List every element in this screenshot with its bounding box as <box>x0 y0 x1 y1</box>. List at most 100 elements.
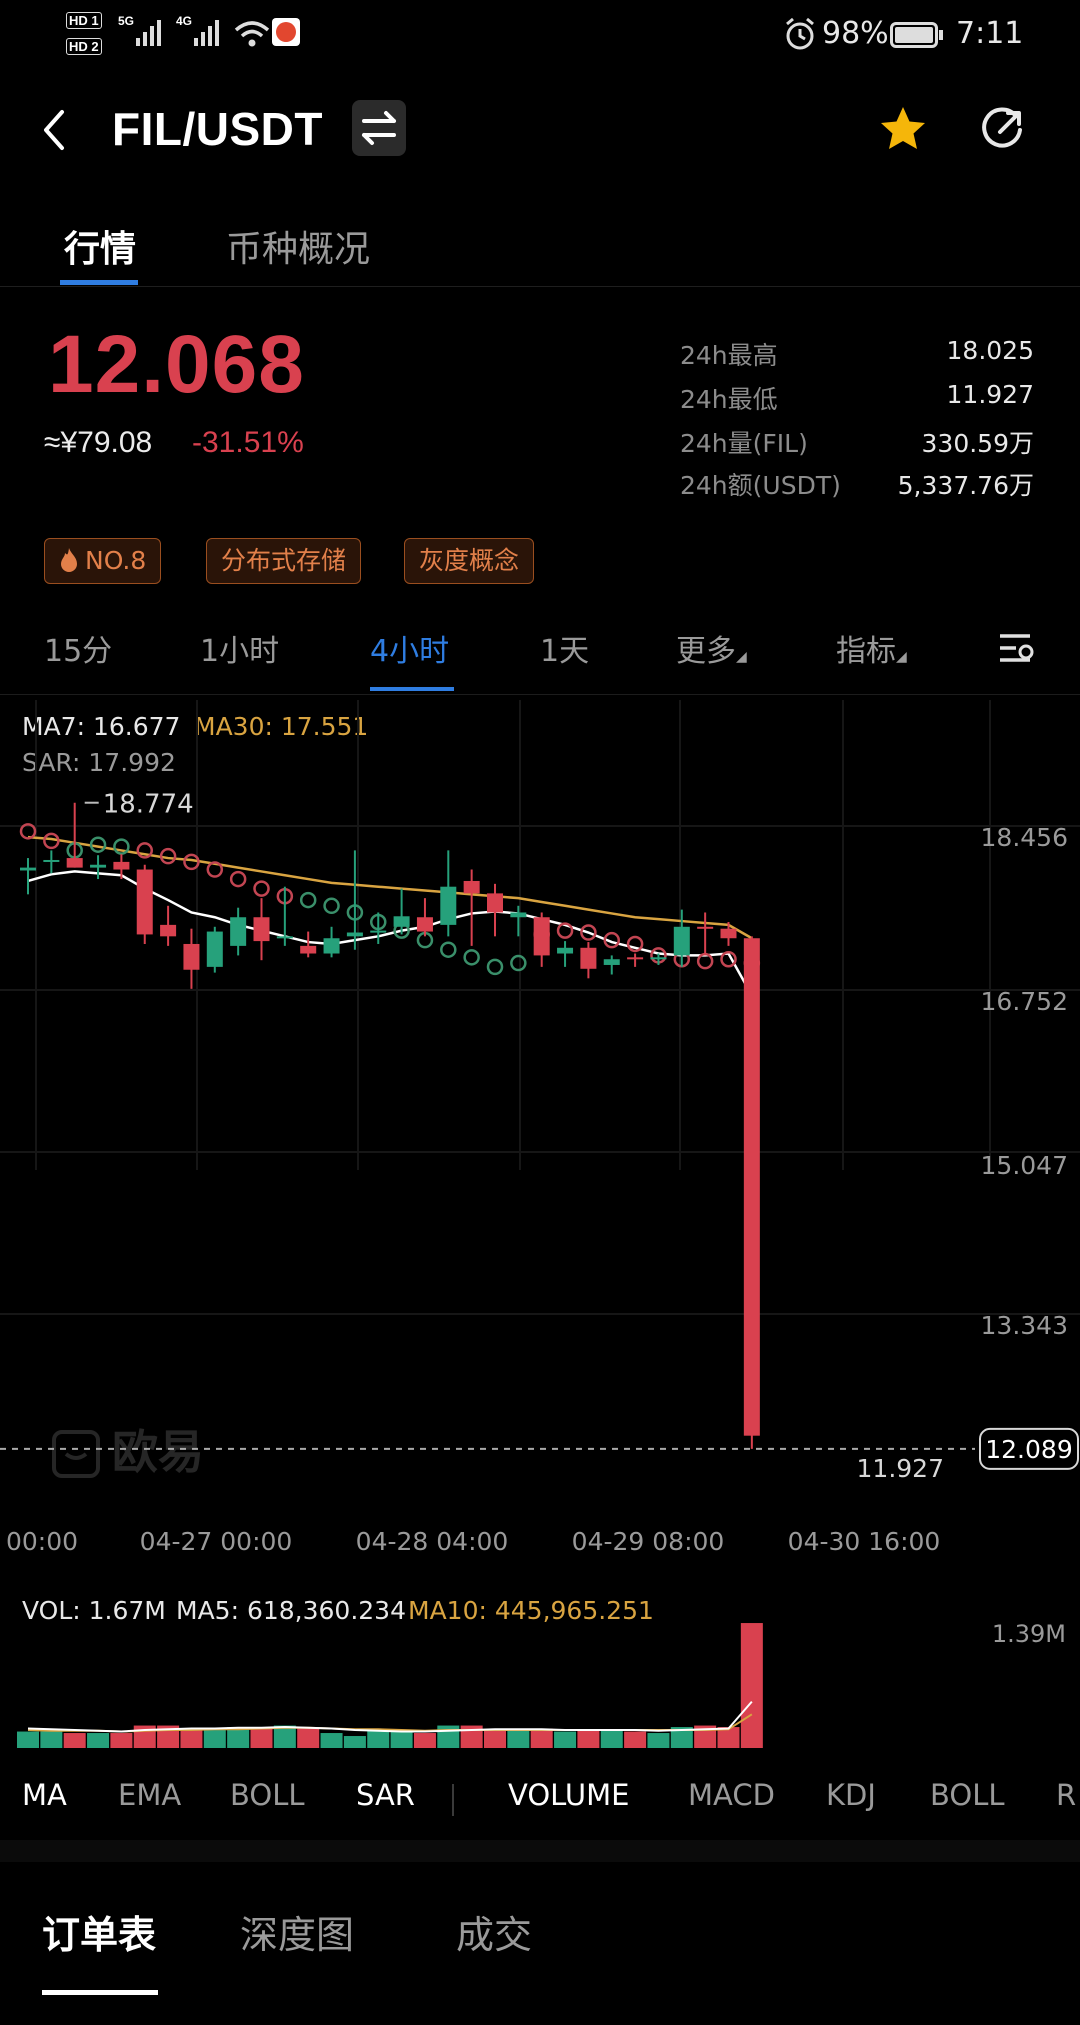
chart-settings-icon[interactable] <box>996 628 1036 668</box>
candle-up <box>440 886 457 925</box>
vol-ma5-legend: MA5: 618,360.234 <box>176 1596 406 1625</box>
rank-tag-label: NO.8 <box>85 546 147 575</box>
price-change: -31.51% <box>192 426 304 459</box>
ma7-line <box>27 870 753 997</box>
tag-distributed-storage[interactable]: 分布式存储 <box>206 538 362 584</box>
fire-icon <box>61 548 77 572</box>
volume-bar <box>203 1730 226 1748</box>
indicator-menu[interactable]: 指标◢ <box>836 626 907 670</box>
volume-bar <box>554 1731 577 1748</box>
tab-active-indicator <box>60 280 138 285</box>
timeframe-1d[interactable]: 1天 <box>540 626 589 670</box>
caret-icon: ◢ <box>736 649 747 665</box>
candle-up <box>43 859 60 862</box>
volume-bars <box>17 1623 763 1748</box>
indicator-kdj[interactable]: KDJ <box>826 1778 876 1812</box>
candle-down <box>533 917 550 956</box>
sar-dot <box>323 897 340 915</box>
candle-down <box>253 917 270 942</box>
candle-up <box>603 959 620 965</box>
signal-icon <box>194 20 219 46</box>
stat-label-high: 24h最高 <box>680 341 778 370</box>
x-axis-labels: 00:00 04-27 00:00 04-28 04:00 04-29 08:00 04… <box>6 1527 940 1556</box>
volume-bar <box>17 1731 39 1748</box>
volume-bar <box>600 1730 623 1748</box>
candle-down <box>720 928 737 939</box>
pair-title[interactable]: FIL/USDT <box>112 102 323 156</box>
candle-down <box>743 938 760 1436</box>
sar-dot <box>440 941 457 958</box>
wifi-icon <box>234 21 270 47</box>
candle-down <box>160 924 177 937</box>
stat-label-volume: 24h量(FIL) <box>680 429 808 458</box>
last-price-tag: 12.089 <box>985 1435 1072 1464</box>
share-icon[interactable] <box>976 104 1028 156</box>
sar-dot <box>510 954 527 972</box>
volume-bar <box>740 1623 763 1748</box>
candle-down <box>136 869 153 935</box>
timeframe-4h[interactable]: 4小时 <box>370 626 449 670</box>
indicator-more[interactable]: R <box>1056 1778 1076 1812</box>
volume-bar <box>484 1730 506 1748</box>
tag-grayscale[interactable]: 灰度概念 <box>404 538 535 584</box>
timeframe-active-indicator <box>370 687 454 691</box>
y-axis-labels: 18.456 16.752 15.047 13.343 <box>981 823 1068 1340</box>
sim2-badge: HD 2 <box>66 38 102 55</box>
volume-bar <box>624 1731 647 1748</box>
sar-dot <box>229 870 247 888</box>
volume-bar <box>413 1733 436 1748</box>
sim1-badge: HD 1 <box>66 12 102 29</box>
ma30-polyline <box>27 835 753 940</box>
stat-value-volume: 330.59万 <box>921 429 1034 458</box>
sar-dot <box>253 880 270 897</box>
indicator-volume[interactable]: VOLUME <box>508 1778 629 1812</box>
tab-trades[interactable]: 成交 <box>456 1904 532 1959</box>
tab-orderbook[interactable]: 订单表 <box>42 1904 156 1959</box>
watermark-text: 欧易 <box>112 1425 204 1479</box>
stat-value-high: 18.025 <box>946 336 1034 365</box>
tab-depth[interactable]: 深度图 <box>240 1904 354 1959</box>
signal-icon <box>136 20 161 46</box>
volume-bar <box>507 1730 530 1748</box>
rank-tag[interactable]: NO.8 <box>44 538 162 584</box>
candle-up <box>323 938 340 954</box>
volume-bar <box>530 1728 553 1748</box>
indicator-macd[interactable]: MACD <box>688 1778 775 1812</box>
back-icon[interactable] <box>36 106 72 154</box>
indicator-ma[interactable]: MA <box>22 1778 67 1812</box>
star-icon[interactable] <box>878 104 928 154</box>
timeframe-1h[interactable]: 1小时 <box>200 626 279 670</box>
bottom-tab-indicator <box>42 1990 158 1995</box>
bottom-panel <box>0 1838 1080 2025</box>
indicator-sar[interactable]: SAR <box>356 1778 415 1812</box>
candle-down <box>463 880 480 894</box>
max-price-label: 18.774 <box>103 790 194 820</box>
candle-up <box>557 947 574 954</box>
stat-value-turnover: 5,337.76万 <box>897 471 1034 500</box>
x-tick-label: 00:00 <box>6 1527 78 1556</box>
indicator-boll-2[interactable]: BOLL <box>930 1778 1005 1812</box>
x-tick-label: 04-30 16:00 <box>788 1527 941 1556</box>
candle-up <box>206 931 223 967</box>
app-notification-icon <box>272 18 300 46</box>
candle-down <box>66 858 83 868</box>
timeframe-15m[interactable]: 15分 <box>44 626 112 670</box>
sar-dot <box>463 949 480 966</box>
indicator-boll[interactable]: BOLL <box>230 1778 305 1812</box>
volume-bar <box>343 1736 366 1748</box>
tab-market[interactable]: 行情 <box>64 220 136 272</box>
indicator-ema[interactable]: EMA <box>118 1778 181 1812</box>
annotations: 18.774 11.927 12.089 <box>0 790 1079 1483</box>
timeframe-more[interactable]: 更多◢ <box>676 626 747 670</box>
tab-coin-overview[interactable]: 币种概况 <box>226 220 370 272</box>
nav-bar: FIL/USDT <box>0 70 1080 185</box>
volume-bar <box>647 1733 670 1748</box>
swap-icon[interactable] <box>352 100 406 156</box>
volume-bar <box>40 1731 63 1748</box>
candle-up <box>673 926 690 956</box>
volume-bar <box>320 1733 343 1748</box>
candle-up <box>276 936 293 939</box>
divider <box>0 286 1080 287</box>
y-tick-label: 15.047 <box>981 1151 1068 1180</box>
volume-bar <box>390 1731 413 1748</box>
